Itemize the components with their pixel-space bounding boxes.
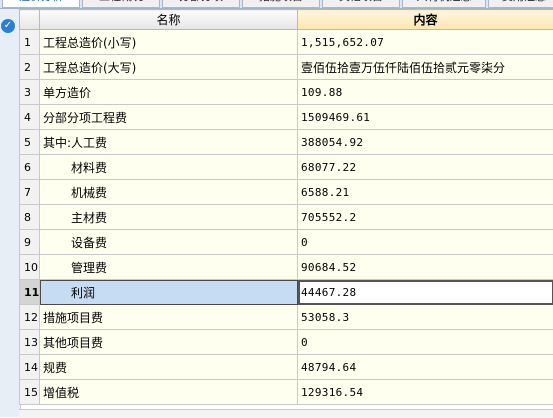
- tab-project-overview[interactable]: 工程概况: [82, 0, 160, 8]
- row-value-cell[interactable]: 48794.64: [298, 355, 553, 380]
- row-value-cell[interactable]: 44467.28: [298, 280, 553, 305]
- table-row[interactable]: 9 设备费 0: [20, 230, 553, 255]
- row-index[interactable]: 8: [20, 205, 40, 230]
- row-value-cell[interactable]: 388054.92: [298, 130, 553, 155]
- row-value-cell[interactable]: 109.88: [298, 80, 553, 105]
- table-row[interactable]: 1 工程总造价(小写) 1,515,652.07: [20, 30, 553, 55]
- row-index[interactable]: 9: [20, 230, 40, 255]
- left-side-rail: ✓: [0, 9, 21, 417]
- table-row[interactable]: 6 材料费 68077.22: [20, 155, 553, 180]
- row-value-cell[interactable]: 705552.2: [298, 205, 553, 230]
- table-row[interactable]: 14 规费 48794.64: [20, 355, 553, 380]
- content-column-header[interactable]: 内容: [298, 10, 553, 30]
- row-index[interactable]: 6: [20, 155, 40, 180]
- row-name-cell[interactable]: 主材费: [40, 205, 298, 230]
- row-index[interactable]: 1: [20, 30, 40, 55]
- row-value-cell[interactable]: 1,515,652.07: [298, 30, 553, 55]
- index-column-header: [20, 10, 40, 30]
- row-value-cell[interactable]: 6588.21: [298, 180, 553, 205]
- grid-header-row: 名称 内容: [20, 10, 553, 30]
- tab-fee-summary[interactable]: 费用汇总: [488, 0, 553, 8]
- row-index[interactable]: 13: [20, 330, 40, 355]
- table-row[interactable]: 12 措施项目费 53058.3: [20, 305, 553, 330]
- row-name-cell[interactable]: 增值税: [40, 380, 298, 405]
- name-column-header[interactable]: 名称: [40, 10, 298, 30]
- row-index[interactable]: 15: [20, 380, 40, 405]
- row-name-cell[interactable]: 设备费: [40, 230, 298, 255]
- row-name-cell[interactable]: 规费: [40, 355, 298, 380]
- tab-sub-items[interactable]: 分部分项: [162, 0, 240, 8]
- row-name-cell[interactable]: 材料费: [40, 155, 298, 180]
- table-row[interactable]: 4 分部分项工程费 1509469.61: [20, 105, 553, 130]
- row-name-cell[interactable]: 工程总造价(小写): [40, 30, 298, 55]
- row-index[interactable]: 14: [20, 355, 40, 380]
- row-name-cell[interactable]: 机械费: [40, 180, 298, 205]
- row-name-cell[interactable]: 利润: [40, 280, 298, 305]
- check-circle-icon[interactable]: ✓: [1, 19, 15, 33]
- row-name-cell[interactable]: 分部分项工程费: [40, 105, 298, 130]
- row-index[interactable]: 12: [20, 305, 40, 330]
- row-value-cell[interactable]: 壹佰伍拾壹万伍仟陆佰伍拾贰元零柒分: [298, 55, 553, 80]
- top-tab-strip: 造价分析 工程概况 分部分项 措施项目 其他项目 人材机汇总 费用汇总: [0, 0, 553, 9]
- row-value-cell[interactable]: 53058.3: [298, 305, 553, 330]
- row-index[interactable]: 7: [20, 180, 40, 205]
- table-row[interactable]: 15 增值税 129316.54: [20, 380, 553, 405]
- row-index[interactable]: 3: [20, 80, 40, 105]
- row-index[interactable]: 5: [20, 130, 40, 155]
- tab-labor-material-summary[interactable]: 人材机汇总: [402, 0, 486, 8]
- tab-other-items[interactable]: 其他项目: [322, 0, 400, 8]
- table-row-selected[interactable]: 11 利润 44467.28: [20, 280, 553, 305]
- row-value-cell[interactable]: 0: [298, 230, 553, 255]
- table-row[interactable]: 2 工程总造价(大写) 壹佰伍拾壹万伍仟陆佰伍拾贰元零柒分: [20, 55, 553, 80]
- row-index[interactable]: 2: [20, 55, 40, 80]
- row-name-cell[interactable]: 其他项目费: [40, 330, 298, 355]
- row-name-cell[interactable]: 管理费: [40, 255, 298, 280]
- row-name-cell[interactable]: 工程总造价(大写): [40, 55, 298, 80]
- row-name-cell[interactable]: 其中:人工费: [40, 130, 298, 155]
- tab-cost-analysis[interactable]: 造价分析: [2, 0, 80, 8]
- cost-analysis-grid: 名称 内容 1 工程总造价(小写) 1,515,652.07 2 工程总造价(大…: [19, 9, 553, 405]
- table-row[interactable]: 5 其中:人工费 388054.92: [20, 130, 553, 155]
- table-row[interactable]: 7 机械费 6588.21: [20, 180, 553, 205]
- row-value-cell[interactable]: 1509469.61: [298, 105, 553, 130]
- table-row[interactable]: 3 单方造价 109.88: [20, 80, 553, 105]
- table-row[interactable]: 13 其他项目费 0: [20, 330, 553, 355]
- row-value-cell[interactable]: 0: [298, 330, 553, 355]
- table-row[interactable]: 10 管理费 90684.52: [20, 255, 553, 280]
- row-index[interactable]: 11: [20, 280, 40, 305]
- row-name-cell[interactable]: 措施项目费: [40, 305, 298, 330]
- row-index[interactable]: 10: [20, 255, 40, 280]
- tab-measures[interactable]: 措施项目: [242, 0, 320, 8]
- table-row[interactable]: 8 主材费 705552.2: [20, 205, 553, 230]
- row-value-cell[interactable]: 90684.52: [298, 255, 553, 280]
- row-value-cell[interactable]: 68077.22: [298, 155, 553, 180]
- row-name-cell[interactable]: 单方造价: [40, 80, 298, 105]
- row-value-cell[interactable]: 129316.54: [298, 380, 553, 405]
- row-index[interactable]: 4: [20, 105, 40, 130]
